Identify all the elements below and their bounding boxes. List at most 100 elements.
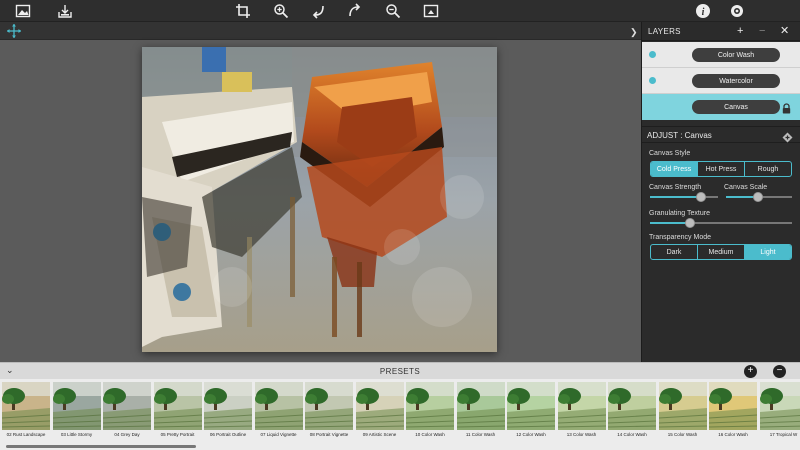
layer-watercolor[interactable]: Watercolor	[642, 68, 800, 94]
remove-layer-icon[interactable]: −	[759, 25, 765, 37]
preset-item[interactable]: 15 Color Wash	[658, 382, 707, 448]
zoom-out-icon[interactable]	[384, 2, 402, 20]
reset-icon[interactable]	[782, 130, 793, 143]
canvas-strength-label: Canvas Strength	[649, 184, 702, 191]
preset-thumbnail	[759, 382, 800, 430]
preset-item[interactable]: 08 Portrait Vignette	[305, 382, 353, 448]
slider-thumb[interactable]	[684, 218, 695, 228]
layers-list: Color Wash Watercolor Canvas	[642, 42, 800, 120]
settings-icon[interactable]	[728, 2, 746, 20]
preset-thumbnail	[406, 382, 454, 430]
preset-thumbnail	[608, 382, 656, 430]
preset-label: 04 Grey Day	[114, 432, 140, 437]
preset-item[interactable]: 14 Color Wash	[608, 382, 656, 448]
undo-icon[interactable]	[310, 2, 328, 20]
preset-item[interactable]: 13 Color Wash	[557, 382, 606, 448]
save-icon[interactable]	[56, 2, 74, 20]
preset-label: 05 Pretty Portrait	[160, 432, 195, 437]
canvas-workspace	[0, 40, 641, 362]
lock-icon[interactable]	[782, 101, 791, 114]
canvas-style-cold-press[interactable]: Cold Press	[651, 162, 698, 176]
layer-visibility-icon[interactable]	[649, 51, 656, 58]
preset-item[interactable]: 09 Artistic Scene	[355, 382, 404, 448]
canvas-image[interactable]	[142, 47, 497, 352]
layer-name: Watercolor	[692, 74, 780, 88]
preset-thumbnail	[709, 382, 757, 430]
layer-canvas[interactable]: Canvas	[642, 94, 800, 120]
layer-visibility-icon[interactable]	[649, 77, 656, 84]
move-tool-icon[interactable]	[6, 23, 22, 39]
preset-thumbnail	[658, 382, 707, 430]
slider-thumb[interactable]	[752, 192, 763, 202]
preset-label: 13 Color Wash	[566, 432, 597, 437]
layer-name: Canvas	[692, 100, 780, 114]
preset-label: 09 Artistic Scene	[362, 432, 397, 437]
info-icon[interactable]: i	[694, 2, 712, 20]
preset-thumbnail	[103, 382, 151, 430]
layer-color-wash[interactable]: Color Wash	[642, 42, 800, 68]
canvas-strength-slider[interactable]	[650, 192, 718, 202]
preset-item[interactable]: 05 Pretty Portrait	[153, 382, 202, 448]
presets-bar: ⌄ PRESETS + −	[0, 362, 800, 379]
preset-item[interactable]: 02 Rust Landscape	[2, 382, 50, 448]
granulating-texture-label: Granulating Texture	[649, 210, 710, 217]
canvas-scale-label: Canvas Scale	[724, 184, 768, 191]
preset-thumbnail	[153, 382, 202, 430]
add-layer-icon[interactable]: +	[737, 25, 743, 37]
canvas-scale-slider[interactable]	[726, 192, 792, 202]
add-preset-button[interactable]: +	[744, 365, 757, 378]
preset-label: 08 Portrait Vignette	[309, 432, 349, 437]
granulating-texture-slider[interactable]	[650, 218, 792, 228]
crop-icon[interactable]	[234, 2, 252, 20]
preset-item[interactable]: 16 Color Wash	[709, 382, 757, 448]
preset-thumbnail	[254, 382, 303, 430]
preset-label: 16 Color Wash	[718, 432, 748, 437]
preset-label: 11 Color Wash	[465, 432, 496, 437]
preset-item[interactable]: 04 Grey Day	[103, 382, 151, 448]
preset-thumbnail	[507, 382, 555, 430]
preset-label: 03 Little Stormy	[60, 432, 93, 437]
canvas-style-label: Canvas Style	[649, 150, 691, 157]
remove-preset-button[interactable]: −	[773, 365, 786, 378]
canvas-style-selector: Cold Press Hot Press Rough	[650, 161, 792, 177]
presets-strip: 02 Rust Landscape 03 Little Stormy 04 Grey…	[0, 379, 800, 450]
zoom-in-icon[interactable]	[272, 2, 290, 20]
preset-thumbnail	[204, 382, 252, 430]
preset-item[interactable]: 06 Portrait Outline	[204, 382, 252, 448]
adjust-header: ADJUST : Canvas	[642, 126, 800, 143]
close-icon[interactable]: ✕	[780, 25, 789, 37]
preset-item[interactable]: 10 Color Wash	[406, 382, 454, 448]
redo-icon[interactable]	[346, 2, 364, 20]
preset-thumbnail	[355, 382, 404, 430]
canvas-style-hot-press[interactable]: Hot Press	[698, 162, 745, 176]
panel-collapse-icon[interactable]: ❯	[630, 27, 638, 38]
adjust-title: ADJUST : Canvas	[647, 131, 712, 140]
preset-thumbnail	[305, 382, 353, 430]
tool-options-bar	[0, 22, 641, 40]
slider-thumb[interactable]	[696, 192, 706, 202]
app-window: i ❯ LAYERS + − ✕ Color Wash Watercolor C…	[0, 0, 800, 450]
preset-item[interactable]: 03 Little Stormy	[52, 382, 101, 448]
preset-label: 10 Color Wash	[415, 432, 445, 437]
preset-item[interactable]: 12 Color Wash	[507, 382, 555, 448]
preset-item[interactable]: 11 Color Wash	[456, 382, 505, 448]
svg-text:i: i	[702, 7, 705, 18]
image-icon[interactable]	[14, 2, 32, 20]
presets-scrollbar[interactable]	[6, 445, 196, 448]
preset-item[interactable]: 07 Liquid Vignette	[254, 382, 303, 448]
preset-label: 15 Color Wash	[667, 432, 698, 437]
fit-screen-icon[interactable]	[422, 2, 440, 20]
layers-title: LAYERS	[648, 27, 681, 36]
preset-item[interactable]: 17 Tropical W	[759, 382, 800, 448]
preset-thumbnail	[2, 382, 50, 430]
right-panel: ❯ LAYERS + − ✕ Color Wash Watercolor Can…	[630, 22, 800, 362]
layers-header: ❯ LAYERS + − ✕	[630, 22, 800, 41]
top-toolbar: i	[0, 0, 800, 22]
preset-thumbnail	[456, 382, 505, 430]
transparency-mode-selector: Dark Medium Light	[650, 244, 792, 260]
transparency-medium[interactable]: Medium	[698, 245, 745, 259]
transparency-dark[interactable]: Dark	[651, 245, 698, 259]
canvas-style-rough[interactable]: Rough	[745, 162, 791, 176]
transparency-light[interactable]: Light	[745, 245, 791, 259]
preset-thumbnail	[557, 382, 606, 430]
